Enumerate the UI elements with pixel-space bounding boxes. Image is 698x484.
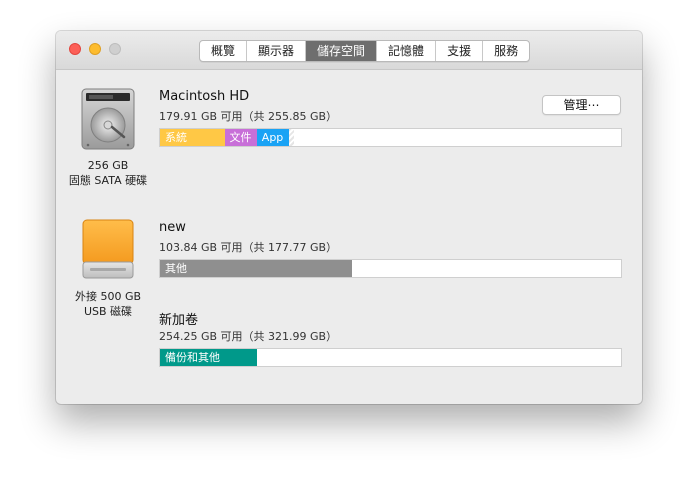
external-drive-caption: 外接 500 GB USB 磁碟 — [60, 289, 156, 319]
title-bar: 概覽 顯示器 儲存空間 記憶體 支援 服務 — [56, 31, 642, 70]
volume-capacity-detail: 179.91 GB 可用（共 255.85 GB） — [159, 110, 338, 123]
volume-name: 新加卷 — [159, 313, 199, 328]
drive-type-label: USB 磁碟 — [83, 305, 133, 318]
minimize-button[interactable] — [89, 43, 101, 55]
volume-capacity-detail: 103.84 GB 可用（共 177.77 GB） — [159, 241, 338, 254]
external-drive-icon — [82, 219, 134, 279]
drive-type-label: 固態 SATA 硬碟 — [68, 174, 148, 187]
zoom-button[interactable] — [109, 43, 121, 55]
volume-name: new — [159, 220, 186, 235]
storage-usage-bar: 系統 文件 App — [159, 128, 622, 147]
usage-segment: 系統 — [160, 129, 225, 146]
tab-displays[interactable]: 顯示器 — [247, 41, 307, 61]
usage-segment: App — [256, 129, 290, 146]
storage-usage-bar: 其他 — [159, 259, 622, 278]
tab-service[interactable]: 服務 — [483, 41, 529, 61]
tab-memory[interactable]: 記憶體 — [377, 41, 437, 61]
close-button[interactable] — [69, 43, 81, 55]
drive-capacity-label: 外接 500 GB — [74, 290, 142, 303]
tab-support[interactable]: 支援 — [436, 41, 484, 61]
drive-capacity-label: 256 GB — [87, 159, 129, 172]
tab-storage[interactable]: 儲存空間 — [306, 41, 378, 61]
storage-usage-bar: 備份和其他 — [159, 348, 622, 367]
internal-drive-caption: 256 GB 固態 SATA 硬碟 — [60, 158, 156, 188]
segmented-tab-control: 概覽 顯示器 儲存空間 記憶體 支援 服務 — [199, 40, 531, 62]
manage-button[interactable]: 管理⋯ — [542, 95, 621, 115]
tab-overview[interactable]: 概覽 — [200, 41, 248, 61]
about-this-mac-window: 概覽 顯示器 儲存空間 記憶體 支援 服務 256 GB 固態 SATA 硬碟 … — [56, 31, 642, 404]
usage-segment: 文件 — [224, 129, 257, 146]
usage-segment: 其他 — [160, 260, 352, 277]
usage-segment: 備份和其他 — [160, 349, 257, 366]
volume-name: Macintosh HD — [159, 89, 250, 104]
usage-segment — [289, 129, 295, 146]
volume-capacity-detail: 254.25 GB 可用（共 321.99 GB） — [159, 330, 338, 343]
internal-drive-icon — [81, 88, 135, 150]
